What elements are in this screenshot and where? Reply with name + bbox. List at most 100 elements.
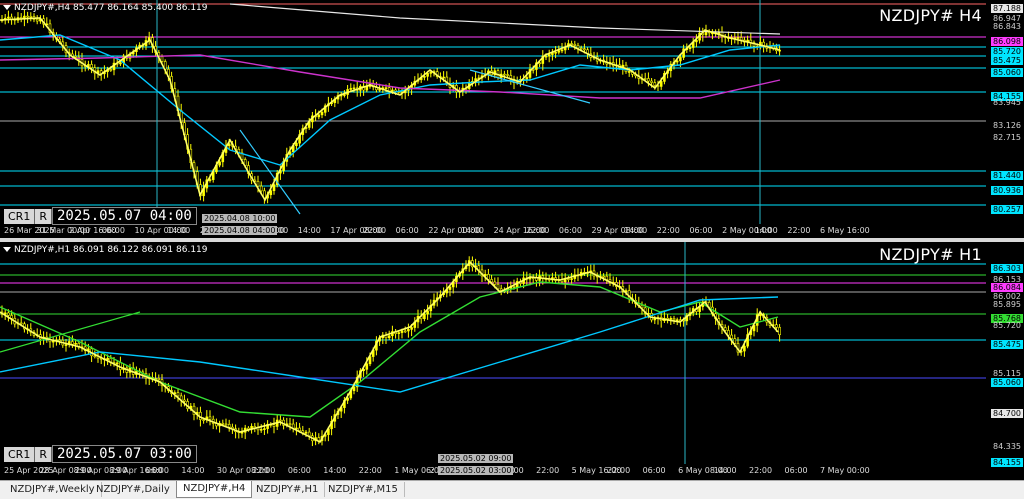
candle-body: [423, 313, 426, 320]
candle-body: [74, 342, 77, 345]
price-label: 83.126: [993, 121, 1021, 130]
h1-datetime-overlay: CR1 R 2025.05.07 03:00: [4, 445, 197, 463]
price-label: 85.060: [991, 68, 1023, 77]
h4-chart-canvas[interactable]: [0, 0, 986, 224]
h1-chart-canvas[interactable]: [0, 242, 986, 464]
chart-tab[interactable]: NZDJPY#,M15: [322, 482, 405, 497]
candle-body: [259, 429, 263, 431]
price-label: 86.843: [993, 22, 1021, 31]
candle-body: [288, 423, 292, 426]
candle-body: [672, 318, 676, 321]
candle-body: [743, 345, 746, 352]
candle-body: [410, 327, 413, 330]
chart-menu-icon[interactable]: [3, 5, 11, 10]
h4-ohlc-title: NZDJPY#,H4 85.477 86.164 85.400 86.119: [14, 3, 208, 13]
candle-body: [391, 89, 394, 92]
candle-body: [343, 94, 346, 96]
candle-body: [525, 77, 529, 80]
chart-menu-icon[interactable]: [3, 247, 11, 252]
h1-price-axis[interactable]: 86.303 86.153 86.084 86.002 85.895 85.768 85.7…: [988, 242, 1024, 467]
candle-body: [557, 50, 561, 53]
price-label: 86.303: [991, 264, 1023, 273]
candle-body: [320, 112, 324, 116]
time-label: 22:00: [358, 466, 382, 475]
candle-body: [378, 88, 381, 91]
price-label: 85.115: [993, 369, 1021, 378]
ma-fast-line: [0, 281, 779, 418]
h4-time-axis[interactable]: 26 Mar 2025 31 Mar 00:00 2 Apr 16:00 06:00 1…: [0, 214, 986, 238]
candle-body: [544, 55, 548, 58]
candle-body: [547, 54, 551, 57]
h1-chart-pane[interactable]: NZDJPY#,H1 86.091 86.122 86.091 86.119 N…: [0, 242, 1024, 480]
candle-body: [279, 419, 282, 422]
candle-body: [650, 80, 653, 83]
candle-body: [493, 281, 497, 285]
candle-body: [387, 335, 391, 339]
zigzag-line: [0, 17, 781, 202]
candle-body: [503, 73, 506, 76]
cr1-button[interactable]: CR1: [4, 208, 36, 224]
candle-body: [304, 431, 308, 434]
price-label: 86.098: [991, 37, 1023, 46]
candle-body: [423, 76, 426, 78]
candle-body: [64, 344, 68, 346]
h4-chart-pane[interactable]: NZDJPY#,H4 85.477 86.164 85.400 86.119 N…: [0, 0, 1024, 238]
time-label: 14:00: [181, 466, 205, 475]
candle-body: [429, 71, 433, 74]
candle-body: [403, 330, 407, 333]
r-button[interactable]: R: [35, 208, 52, 224]
candle-body: [26, 15, 29, 18]
chart-tab[interactable]: NZDJPY#,H1: [250, 482, 326, 497]
h1-time-axis[interactable]: 25 Apr 2025 28 Apr 08:00 29 Apr 08:00 29 Ap…: [0, 454, 986, 478]
candle-body: [256, 181, 260, 187]
chart-tab[interactable]: NZDJPY#,Weekly: [4, 482, 102, 497]
candle-body: [115, 362, 119, 365]
time-label: 22:00: [536, 466, 560, 475]
candle-body: [730, 334, 733, 339]
candle-body: [307, 431, 311, 437]
candle-body: [227, 424, 231, 428]
candle-body: [643, 78, 647, 80]
chart-tab[interactable]: NZDJPY#,H4: [176, 481, 253, 498]
time-label: 14:00: [624, 226, 648, 235]
price-label: 87.188: [991, 4, 1023, 13]
cr1-button[interactable]: CR1: [4, 446, 36, 462]
candle-body: [653, 82, 657, 86]
candle-body: [560, 49, 564, 52]
price-label: 84.700: [991, 409, 1023, 418]
price-label: 80.936: [991, 186, 1023, 195]
candle-body: [647, 78, 650, 82]
h1-datetime-label: 2025.05.07 03:00: [51, 445, 197, 463]
time-crosshair-box: 2025.05.02 09:00: [438, 454, 514, 463]
candle-body: [679, 57, 682, 62]
candle-body: [74, 56, 77, 58]
candle-body: [627, 71, 631, 73]
time-label: 14:00: [167, 226, 191, 235]
candle-body: [695, 39, 698, 43]
candle-body: [58, 339, 61, 342]
candle-body: [7, 16, 10, 19]
time-label: 06:00: [642, 466, 666, 475]
time-label: 06:00: [145, 466, 169, 475]
r-button[interactable]: R: [35, 446, 52, 462]
candle-body: [570, 278, 573, 280]
chart-tab[interactable]: NZDJPY#,Daily: [90, 482, 177, 497]
time-crosshair-box: 2025.04.08 04:00: [202, 226, 278, 235]
candle-body: [298, 427, 301, 432]
candle-body: [352, 87, 356, 90]
h4-price-axis[interactable]: 87.188 86.947 86.843 86.098 85.720 85.475 85.0…: [988, 0, 1024, 224]
candle-body: [176, 392, 180, 397]
time-label: 14:00: [754, 226, 778, 235]
time-label: 22:00: [749, 466, 773, 475]
candle-body: [512, 286, 516, 288]
candle-body: [157, 378, 161, 380]
candle-body: [426, 310, 429, 315]
candle-body: [605, 275, 609, 280]
candle-body: [183, 399, 186, 402]
candle-body: [659, 81, 663, 87]
candle-body: [19, 322, 23, 325]
chart-tab-bar: NZDJPY#,Weekly NZDJPY#,Daily NZDJPY#,H4 NZD…: [0, 480, 1024, 499]
time-label: 22:00: [787, 226, 811, 235]
price-label: 86.084: [991, 283, 1023, 292]
candle-body: [397, 332, 401, 334]
